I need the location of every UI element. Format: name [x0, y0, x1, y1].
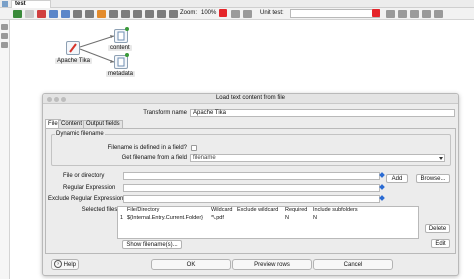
- preview-rows-button[interactable]: Preview rows: [232, 259, 312, 270]
- regex-label: Regular Expression: [63, 185, 116, 191]
- step-content[interactable]: [114, 29, 128, 43]
- regex-input[interactable]: [123, 184, 380, 192]
- row-number: 1: [120, 215, 124, 221]
- tika-icon: [69, 43, 77, 53]
- step-apache-tika[interactable]: [66, 41, 80, 55]
- filename-in-field-checkbox[interactable]: [191, 145, 197, 151]
- get-filename-select[interactable]: filename: [190, 154, 445, 162]
- status-check-icon: [125, 53, 129, 57]
- dynamic-filename-title: Dynamic filename: [55, 131, 105, 137]
- cell-wildcard[interactable]: *\.pdf: [211, 215, 224, 221]
- help-button-label: Help: [63, 262, 76, 268]
- tab-output-fields[interactable]: Output fields: [83, 120, 123, 128]
- question-icon: ?: [53, 260, 62, 269]
- step-apache-tika-label: Apache Tika: [55, 58, 93, 64]
- document-icon: [117, 31, 125, 41]
- exclude-regex-input[interactable]: [123, 195, 380, 203]
- col-exclude-wildcard[interactable]: Exclude wildcard: [237, 207, 278, 213]
- col-file-directory[interactable]: File/Directory: [127, 207, 159, 213]
- tab-content[interactable]: Content: [58, 120, 86, 128]
- chevron-down-icon: [439, 157, 443, 160]
- add-button[interactable]: Add: [386, 174, 408, 183]
- transform-dialog: Load text content from file Transform na…: [42, 93, 459, 276]
- ok-button[interactable]: OK: [151, 259, 231, 270]
- step-metadata-label: metadata: [106, 71, 136, 77]
- cell-file-directory[interactable]: ${Internal.Entry.Current.Folder}: [127, 215, 203, 221]
- col-required[interactable]: Required: [285, 207, 307, 213]
- exclude-regex-label: Exclude Regular Expression: [48, 196, 124, 202]
- status-check-icon: [125, 27, 129, 31]
- cancel-button[interactable]: Cancel: [313, 259, 393, 270]
- dialog-title: Load text content from file: [215, 95, 286, 101]
- step-metadata[interactable]: [114, 55, 128, 69]
- filename-in-field-label: Filename is defined in a field?: [107, 145, 187, 151]
- transform-name-input[interactable]: Apache Tika: [190, 109, 455, 117]
- step-content-label: content: [108, 45, 132, 51]
- file-or-directory-input[interactable]: [123, 172, 380, 180]
- show-filenames-button[interactable]: Show filename(s)...: [122, 240, 182, 249]
- get-filename-label: Get filename from a field: [121, 155, 187, 161]
- file-or-directory-label: File or directory: [63, 173, 105, 179]
- col-wildcard[interactable]: Wildcard: [211, 207, 232, 213]
- edit-button[interactable]: Edit: [431, 239, 450, 248]
- browse-button[interactable]: Browse...: [416, 174, 450, 183]
- cell-required[interactable]: N: [285, 215, 289, 221]
- selected-files-label: Selected files:: [81, 207, 119, 213]
- cell-include-subfolders[interactable]: N: [313, 215, 317, 221]
- document-icon: [117, 57, 125, 67]
- help-button[interactable]: ? Help: [51, 259, 79, 270]
- delete-button[interactable]: Delete: [425, 224, 450, 233]
- transform-name-label: Transform name: [143, 110, 187, 116]
- col-include-subfolders[interactable]: Include subfolders: [313, 207, 358, 213]
